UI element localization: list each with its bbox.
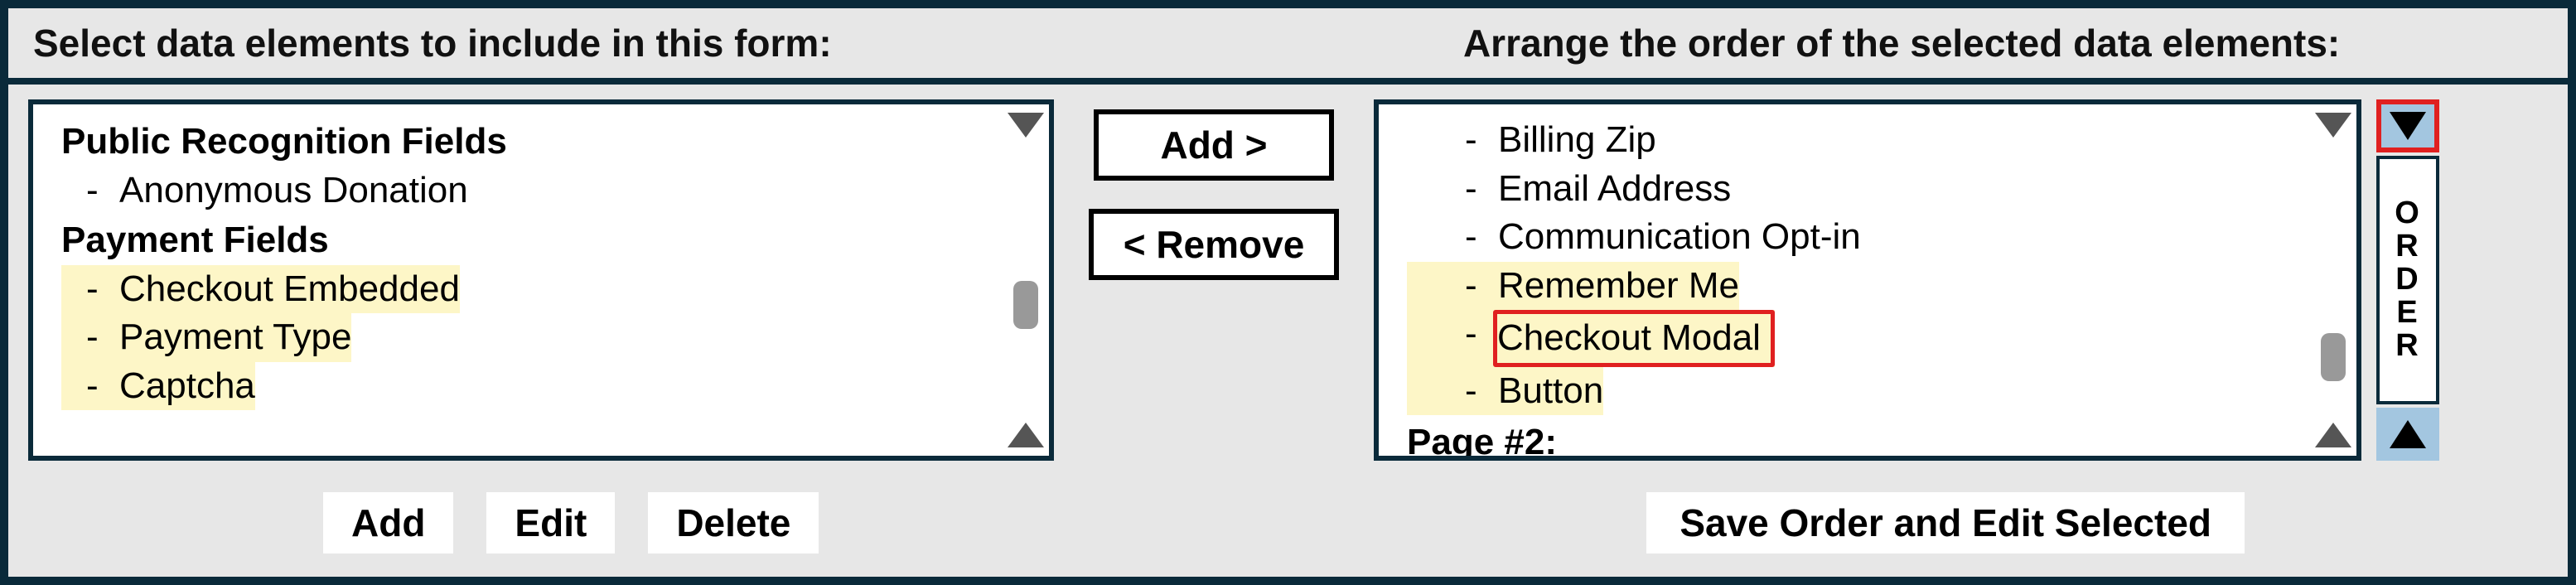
body-row: Public Recognition Fields Anonymous Dona… [8,85,2568,489]
scroll-down-icon[interactable] [1008,113,1044,138]
list-item[interactable]: Captcha [61,362,255,411]
delete-element-button[interactable]: Delete [648,492,819,554]
available-scrollbar[interactable] [1003,104,1049,456]
selected-list-content: Billing Zip Email Address Communication … [1379,104,2310,456]
save-order-button[interactable]: Save Order and Edit Selected [1646,492,2245,554]
chevron-up-icon [2390,420,2426,448]
remove-button[interactable]: < Remove [1089,209,1340,280]
scroll-up-icon[interactable] [1008,423,1044,447]
scroll-thumb[interactable] [1013,281,1038,329]
list-item[interactable]: Payment Type [61,313,351,362]
header-row: Select data elements to include in this … [8,8,2568,85]
move-up-button[interactable] [2376,408,2439,461]
header-available-label: Select data elements to include in this … [33,21,1414,65]
group-public-recognition[interactable]: Public Recognition Fields [61,118,994,167]
transfer-buttons: Add > < Remove [1069,99,1359,280]
list-item[interactable]: Remember Me [1407,262,1739,311]
list-item[interactable]: Checkout Embedded [61,265,460,314]
selected-elements-listbox[interactable]: Billing Zip Email Address Communication … [1374,99,2361,461]
list-item[interactable]: Anonymous Donation [61,167,994,215]
move-down-button[interactable] [2376,99,2439,152]
list-item[interactable]: Billing Zip [1407,116,2302,165]
add-button[interactable]: Add > [1094,109,1334,181]
available-elements-listbox[interactable]: Public Recognition Fields Anonymous Dona… [28,99,1054,461]
list-item[interactable]: Email Address [1407,165,2302,214]
available-list-content: Public Recognition Fields Anonymous Dona… [33,104,1003,456]
order-controls: ORDER [2376,99,2439,461]
footer-row: Add Edit Delete Save Order and Edit Sele… [8,489,2568,557]
list-item[interactable]: Checkout Modal [1407,310,1775,367]
list-item[interactable]: Communication Opt-in [1407,213,2302,262]
form-designer-panel: Select data elements to include in this … [0,0,2576,585]
page-2-header[interactable]: Page #2: [1407,418,2302,456]
add-element-button[interactable]: Add [323,492,453,554]
scroll-thumb[interactable] [2321,333,2346,381]
scroll-down-icon[interactable] [2315,113,2351,138]
list-item[interactable]: Button [1407,367,1603,416]
edit-element-button[interactable]: Edit [486,492,615,554]
selected-scrollbar[interactable] [2310,104,2356,456]
order-label: ORDER [2376,156,2439,404]
scroll-up-icon[interactable] [2315,423,2351,447]
header-order-label: Arrange the order of the selected data e… [1414,21,2543,65]
chevron-down-icon [2390,112,2426,140]
checkout-modal-highlight: Checkout Modal [1493,310,1775,367]
group-payment-fields[interactable]: Payment Fields [61,216,994,265]
